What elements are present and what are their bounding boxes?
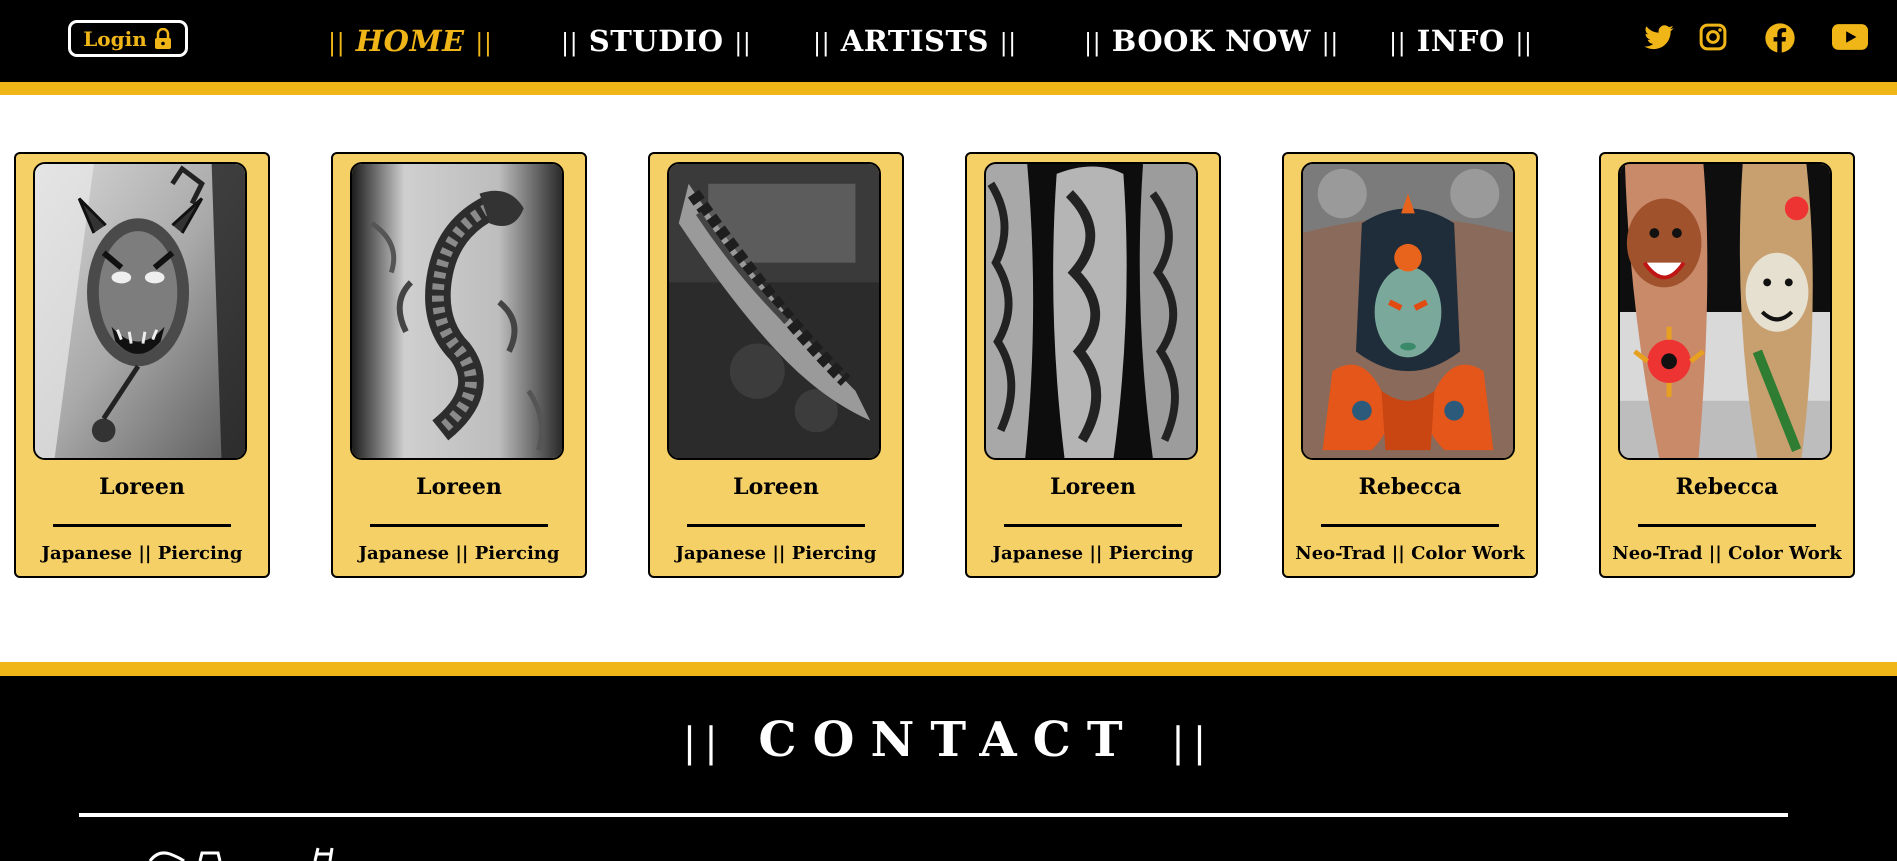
artist-name: Rebecca bbox=[1358, 474, 1462, 500]
artist-name: Rebecca bbox=[1675, 474, 1779, 500]
artist-name: Loreen bbox=[99, 474, 185, 500]
contact-heading-label: CONTACT bbox=[758, 712, 1139, 768]
nav-item-home[interactable]: || HOME || bbox=[328, 18, 492, 64]
artist-card[interactable]: Rebecca Neo-Trad || Color Work bbox=[1599, 152, 1855, 578]
artist-card[interactable]: Loreen Japanese || Piercing bbox=[648, 152, 904, 578]
artist-gallery: Loreen Japanese || Piercing Loreen Japan… bbox=[0, 152, 1897, 578]
contact-section: || CONTACT || bbox=[0, 676, 1897, 861]
instagram-icon[interactable] bbox=[1698, 22, 1728, 58]
nav-item-book-now-label: BOOK NOW bbox=[1111, 24, 1311, 58]
header-accent-stripe bbox=[0, 82, 1897, 95]
footer-accent-stripe bbox=[0, 662, 1897, 676]
artist-styles: Japanese || Piercing bbox=[992, 543, 1194, 564]
nav-item-studio[interactable]: || STUDIO || bbox=[561, 18, 751, 64]
nav-item-home-label: HOME bbox=[355, 24, 465, 58]
artist-card[interactable]: Rebecca Neo-Trad || Color Work bbox=[1282, 152, 1538, 578]
nav-item-info[interactable]: || INFO || bbox=[1389, 18, 1533, 64]
twitter-icon[interactable] bbox=[1643, 22, 1675, 58]
artist-name: Loreen bbox=[416, 474, 502, 500]
hannya-mask-tattoo-image bbox=[33, 162, 247, 460]
main-nav: || HOME || || STUDIO || || ARTISTS || ||… bbox=[0, 18, 1897, 64]
dragon-back-tattoo-image bbox=[350, 162, 564, 460]
card-divider bbox=[687, 524, 865, 527]
facebook-icon[interactable] bbox=[1764, 22, 1796, 58]
nav-item-artists[interactable]: || ARTISTS || bbox=[813, 18, 1017, 64]
artist-styles: Neo-Trad || Color Work bbox=[1295, 543, 1525, 564]
nav-item-artists-label: ARTISTS bbox=[840, 24, 989, 58]
nav-item-info-label: INFO bbox=[1416, 24, 1505, 58]
artist-name: Loreen bbox=[1050, 474, 1136, 500]
artist-styles: Japanese || Piercing bbox=[358, 543, 560, 564]
artist-styles: Japanese || Piercing bbox=[41, 543, 243, 564]
contact-content-cutoff bbox=[140, 842, 440, 861]
artist-styles: Japanese || Piercing bbox=[675, 543, 877, 564]
contact-heading: || CONTACT || bbox=[682, 712, 1215, 768]
youtube-icon[interactable] bbox=[1832, 22, 1868, 58]
artist-card[interactable]: Loreen Japanese || Piercing bbox=[965, 152, 1221, 578]
artist-card[interactable]: Loreen Japanese || Piercing bbox=[14, 152, 270, 578]
card-divider bbox=[1638, 524, 1816, 527]
contact-divider bbox=[79, 813, 1788, 817]
arm-sleeve-tattoo-image bbox=[667, 162, 881, 460]
nav-item-studio-label: STUDIO bbox=[588, 24, 724, 58]
card-divider bbox=[370, 524, 548, 527]
card-divider bbox=[53, 524, 231, 527]
artist-card[interactable]: Loreen Japanese || Piercing bbox=[331, 152, 587, 578]
nav-item-book-now[interactable]: || BOOK NOW || bbox=[1084, 18, 1339, 64]
three-sleeves-tattoo-image bbox=[984, 162, 1198, 460]
top-navigation-bar: Login || HOME || || STUDIO || || ARTISTS… bbox=[0, 0, 1897, 82]
artist-name: Loreen bbox=[733, 474, 819, 500]
card-divider bbox=[1321, 524, 1499, 527]
card-divider bbox=[1004, 524, 1182, 527]
bear-legs-tattoo-image bbox=[1618, 162, 1832, 460]
artist-styles: Neo-Trad || Color Work bbox=[1612, 543, 1842, 564]
geisha-chest-tattoo-image bbox=[1301, 162, 1515, 460]
